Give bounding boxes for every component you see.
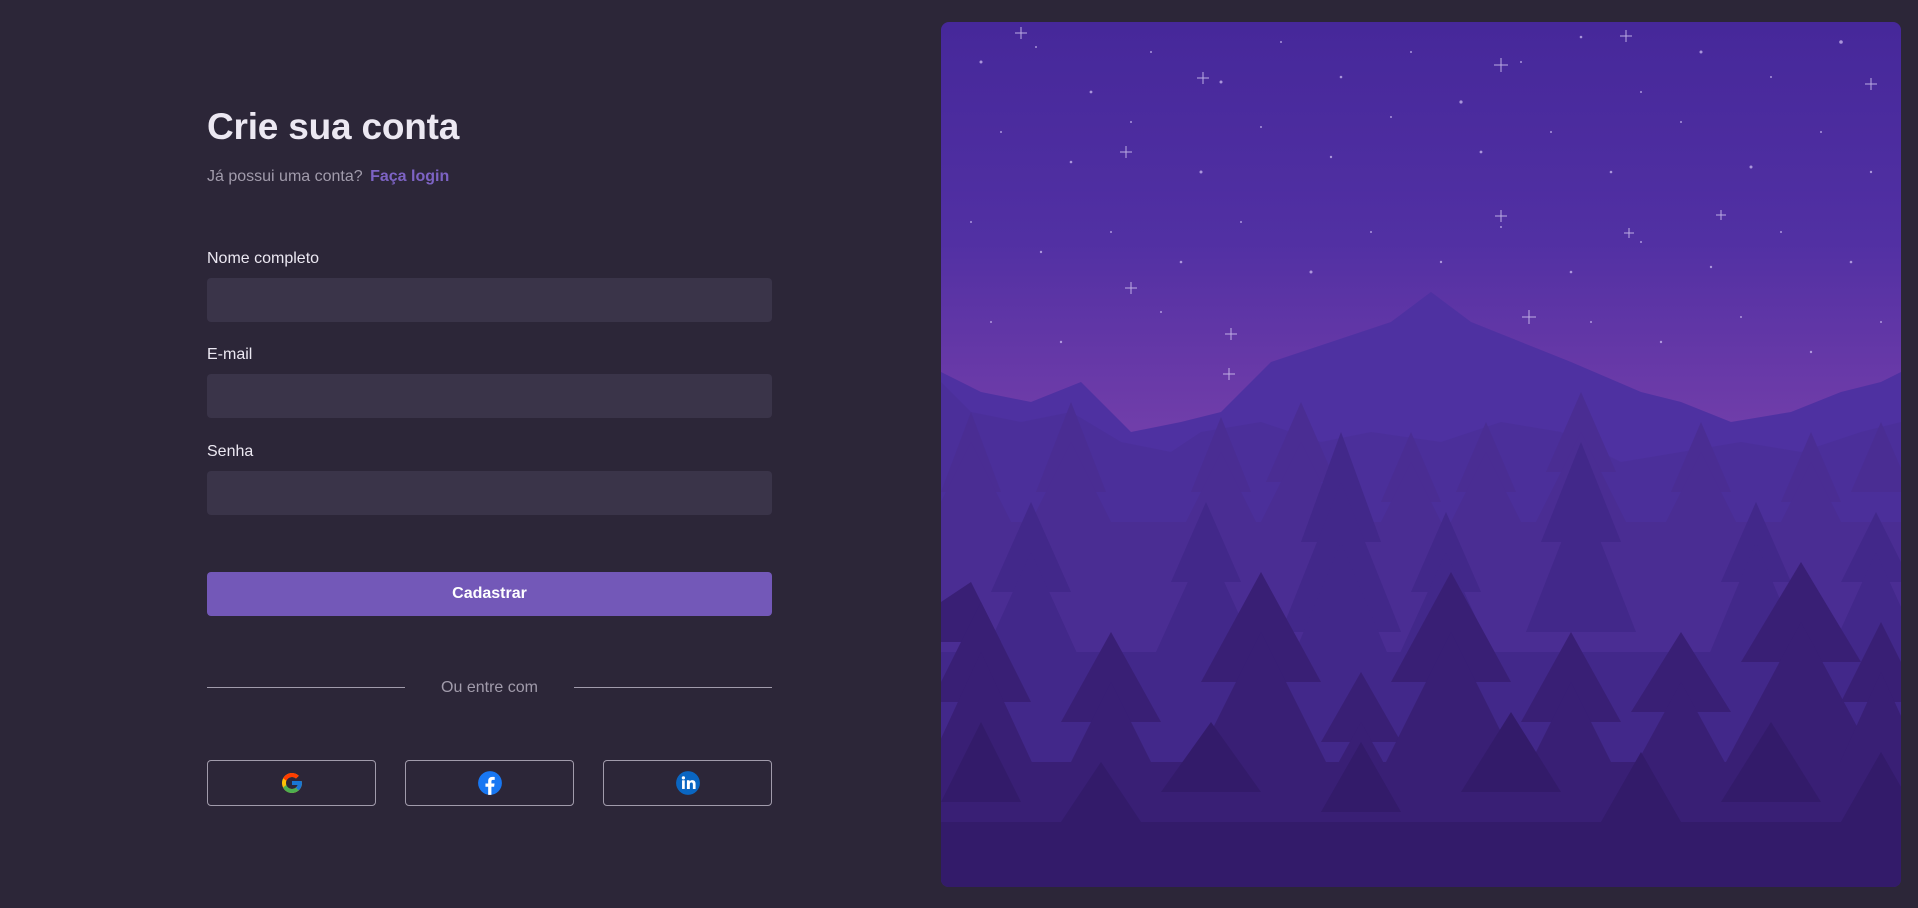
email-input[interactable] bbox=[207, 374, 772, 418]
email-label: E-mail bbox=[207, 346, 253, 363]
full-name-field-group: Nome completo bbox=[207, 248, 772, 322]
signup-button[interactable]: Cadastrar bbox=[207, 572, 772, 616]
password-label: Senha bbox=[207, 443, 254, 460]
password-input[interactable] bbox=[207, 471, 772, 515]
divider-text: Ou entre com bbox=[441, 679, 538, 696]
google-icon bbox=[281, 773, 302, 793]
signup-form: Crie sua conta Já possui uma conta? Faça… bbox=[207, 100, 772, 806]
or-divider: Ou entre com bbox=[207, 676, 772, 700]
night-forest-illustration bbox=[941, 22, 1901, 887]
email-field-group: E-mail bbox=[207, 344, 772, 418]
google-login-button[interactable] bbox=[207, 760, 376, 806]
login-prompt: Já possui uma conta? Faça login bbox=[207, 166, 772, 188]
linkedin-login-button[interactable] bbox=[603, 760, 772, 806]
social-login-row bbox=[207, 760, 772, 806]
facebook-login-button[interactable] bbox=[405, 760, 574, 806]
have-account-text: Já possui uma conta? bbox=[207, 168, 363, 185]
full-name-label: Nome completo bbox=[207, 250, 320, 267]
divider-line-right bbox=[574, 687, 772, 688]
facebook-icon bbox=[477, 771, 502, 795]
password-field-group: Senha bbox=[207, 441, 772, 515]
linkedin-icon bbox=[675, 771, 700, 795]
full-name-input[interactable] bbox=[207, 278, 772, 322]
login-link[interactable]: Faça login bbox=[370, 168, 449, 185]
page-title: Crie sua conta bbox=[207, 106, 460, 147]
signup-page: Crie sua conta Já possui uma conta? Faça… bbox=[0, 0, 1918, 908]
